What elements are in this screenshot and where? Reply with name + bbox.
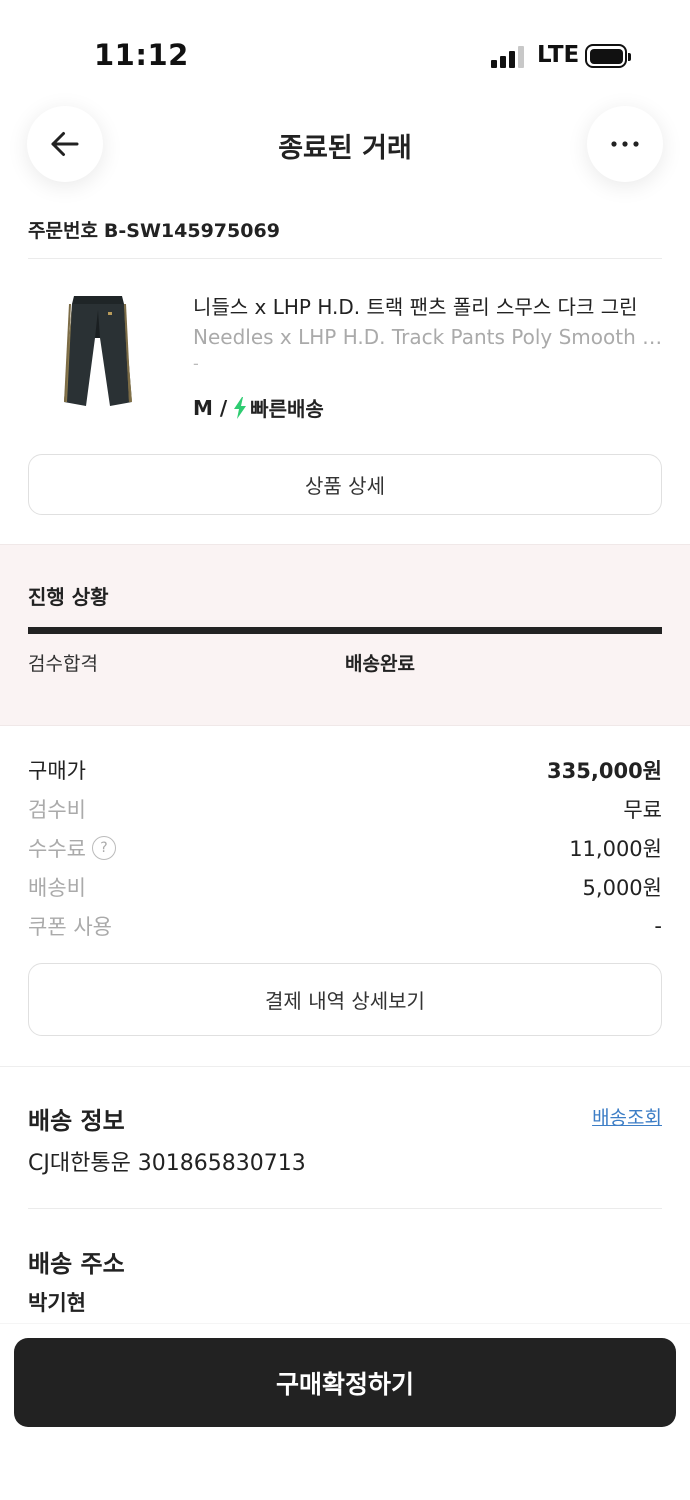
divider [28,258,662,259]
product-option: M / 빠른배송 [193,393,324,422]
coupon-row: 쿠폰 사용 - [28,911,662,941]
shipping-fee-row: 배송비 5,000원 [28,872,662,902]
order-number: 주문번호 B-SW145975069 [28,216,280,243]
status-time: 11:12 [94,38,189,72]
inspection-fee-row: 검수비 무료 [28,794,662,824]
network-type: LTE [537,42,580,68]
product-name-korean[interactable]: 니들스 x LHP H.D. 트랙 팬츠 폴리 스무스 다크 그린 [193,291,663,320]
product-image[interactable] [52,290,144,416]
shipping-address-title: 배송 주소 [28,1250,125,1278]
progress-section: 진행 상황 검수합격 배송완료 [0,544,690,726]
section-divider [0,1066,690,1067]
confirm-purchase-button[interactable]: 구매확정하기 [14,1338,676,1427]
payment-detail-button[interactable]: 결제 내역 상세보기 [28,963,662,1036]
progress-step-inspection-passed: 검수합격 [28,653,98,675]
product-size: M / [193,395,228,420]
lightning-icon [234,396,247,419]
shipping-fee-value: 5,000원 [582,876,662,900]
recipient-name: 박기현 [28,1291,86,1315]
inspection-fee-label: 검수비 [28,798,86,822]
delivery-type: 빠른배송 [250,397,324,421]
more-options-button[interactable] [587,106,663,182]
question-circle-icon[interactable]: ? [91,836,116,860]
divider [28,1208,662,1209]
order-number-value: B-SW145975069 [103,220,280,242]
battery-icon [585,44,631,68]
order-number-label: 주문번호 [28,220,98,242]
commission-label-wrap: 수수료 ? [28,833,116,863]
tracking-number: CJ대한통운 301865830713 [28,1151,306,1176]
product-model-number: - [193,354,199,373]
shipping-info-title: 배송 정보 [28,1107,125,1135]
product-name-english: Needles x LHP H.D. Track Pants Poly Smoo… [193,325,663,349]
progress-step-delivered: 배송완료 [345,653,415,675]
commission-label: 수수료 [28,837,86,861]
bottom-action-bar: 구매확정하기 [0,1324,690,1500]
purchase-price-label: 구매가 [28,759,86,783]
progress-bar [28,627,662,634]
purchase-price-row: 구매가 335,000원 [28,755,662,785]
commission-value: 11,000원 [569,837,662,861]
status-bar: 11:12 LTE [0,0,690,100]
coupon-label: 쿠폰 사용 [28,915,112,939]
more-horizontal-icon [611,141,639,147]
progress-bar-fill [28,627,662,634]
product-detail-button[interactable]: 상품 상세 [28,454,662,515]
coupon-value: - [654,914,662,938]
commission-row: 수수료 ? 11,000원 [28,833,662,863]
track-shipment-link[interactable]: 배송조회 [592,1103,662,1130]
shipping-fee-label: 배송비 [28,876,86,900]
purchase-price-value: 335,000원 [547,759,662,783]
inspection-fee-value: 무료 [623,798,662,822]
progress-title: 진행 상황 [28,585,109,609]
cellular-signal-icon [491,46,525,68]
